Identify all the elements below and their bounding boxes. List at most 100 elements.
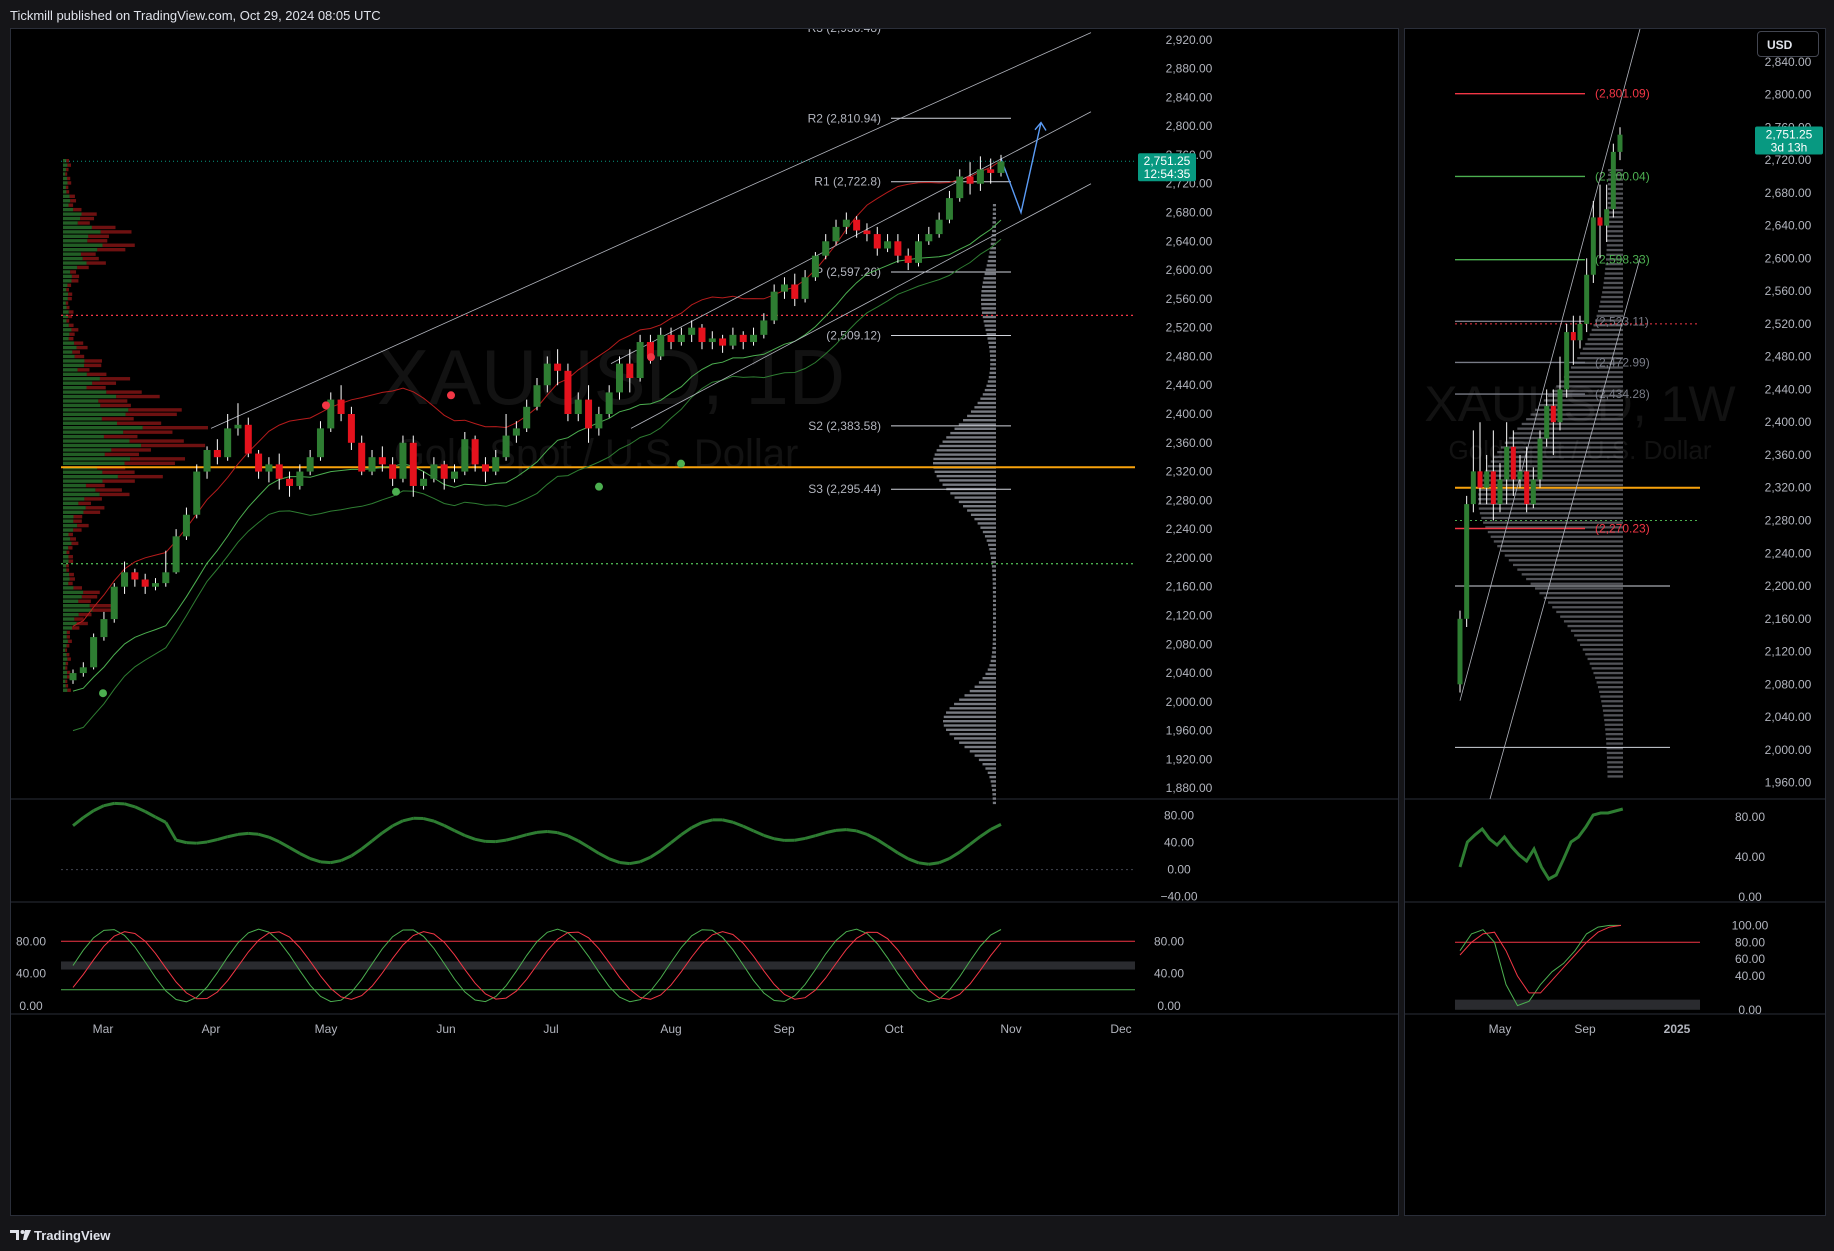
volume-profile-bar	[1605, 267, 1623, 270]
candle-body	[1617, 134, 1623, 152]
candle-body	[409, 442, 417, 486]
volume-profile-bar	[1504, 441, 1623, 444]
candle-body	[203, 449, 211, 472]
volume-profile-bar-up	[63, 652, 67, 657]
volume-profile-bar-up	[63, 630, 67, 635]
session-volume-bar	[991, 784, 996, 787]
session-volume-bar	[946, 711, 996, 714]
volume-profile-bar	[1603, 281, 1623, 285]
daily-chart-svg[interactable]: XAUUSD, 1DGold Spot / U.S. DollarR3 (2,9…	[11, 29, 1399, 1216]
rsi-line-segment	[402, 816, 414, 823]
volume-profile-bar-up	[63, 399, 99, 403]
volume-profile-bar-up	[63, 252, 81, 256]
x-tick-label: May	[315, 1022, 338, 1036]
session-volume-bar	[986, 264, 996, 267]
currency-button[interactable]: USD	[1757, 31, 1819, 57]
candle-body	[894, 241, 902, 256]
rsi-line-segment	[464, 834, 476, 841]
volume-profile-bar-up	[63, 221, 78, 225]
volume-profile-bar	[1552, 606, 1623, 609]
rsi-line-segment	[680, 826, 693, 836]
volume-profile-bar-up	[63, 270, 71, 274]
volume-profile-bar-down	[84, 359, 102, 363]
weekly-chart-svg[interactable]: XAUUSD, 1WGold Spot / U.S. Dollar(2,801.…	[1405, 29, 1826, 1216]
session-volume-bar	[991, 655, 996, 658]
candle-body	[275, 464, 283, 479]
session-volume-bar	[982, 311, 996, 314]
x-tick-label: Aug	[660, 1022, 681, 1036]
session-volume-bar	[939, 479, 996, 482]
session-volume-bar	[990, 780, 996, 783]
rsi-line-segment	[690, 821, 703, 829]
session-volume-bar	[980, 397, 996, 400]
candle-body	[79, 667, 87, 674]
rsi-line-segment	[340, 854, 353, 862]
volume-profile-bar-down	[84, 497, 102, 501]
session-volume-bar	[982, 285, 996, 289]
weekly-chart-panel[interactable]: XAUUSD, 1WGold Spot / U.S. Dollar(2,801.…	[1404, 28, 1826, 1216]
volume-profile-bar	[1481, 479, 1623, 482]
candle-body	[966, 176, 974, 184]
candle-body	[492, 457, 500, 472]
session-volume-bar	[933, 462, 996, 465]
volume-profile-bar-up	[63, 239, 88, 243]
volume-profile-bar-up	[63, 439, 130, 443]
candle-body	[1604, 209, 1610, 226]
volume-profile-bar-down	[104, 452, 139, 457]
rsi-tick-label: 80.00	[1735, 810, 1765, 824]
session-volume-bar	[986, 539, 996, 542]
candle-body	[1490, 471, 1496, 505]
y-tick-label: 2,080.00	[1765, 677, 1812, 691]
y-tick-label: 2,400.00	[1166, 407, 1213, 421]
session-volume-bar	[992, 797, 996, 800]
volume-profile-bar-down	[68, 337, 74, 341]
volume-profile-bar-down	[73, 519, 82, 523]
countdown-label: 3d 13h	[1771, 140, 1808, 154]
volume-profile-bar-up	[63, 234, 89, 239]
candle-body	[976, 169, 984, 184]
candle-body	[1590, 217, 1596, 275]
candle-body	[636, 342, 644, 379]
volume-profile-bar-down	[65, 666, 68, 670]
session-volume-bar	[981, 307, 996, 310]
candle-body	[1550, 405, 1556, 423]
candle-body	[811, 255, 819, 278]
volume-profile-bar-up	[63, 670, 68, 675]
daily-chart-panel[interactable]: XAUUSD, 1DGold Spot / U.S. DollarR3 (2,9…	[10, 28, 1399, 1216]
volume-profile-bar-down	[98, 399, 128, 403]
candle-body	[832, 226, 840, 242]
rsi-tick-label: 0.00	[1738, 890, 1762, 904]
candle-body	[368, 457, 376, 472]
volume-profile-bar-up	[63, 523, 78, 528]
session-volume-bar	[992, 616, 996, 620]
volume-profile-bar	[1591, 667, 1623, 670]
volume-profile-bar	[1490, 535, 1623, 538]
volume-profile-bar	[1596, 681, 1623, 684]
volume-profile-bar	[1606, 751, 1623, 755]
pivot-label: R1 (2,722.8)	[814, 175, 881, 189]
session-volume-bar	[989, 664, 996, 667]
session-volume-bar	[982, 677, 996, 680]
volume-profile-bar-down	[124, 461, 175, 465]
candle-body	[172, 536, 180, 573]
rsi-line-segment	[278, 840, 291, 849]
volume-profile-bar-down	[66, 563, 69, 568]
session-volume-bar	[981, 290, 996, 293]
candle-body	[688, 327, 696, 335]
volume-profile-bar-up	[63, 350, 73, 354]
y-tick-label: 2,320.00	[1166, 465, 1213, 479]
volume-profile-bar-down	[70, 270, 77, 274]
candle-body	[595, 414, 603, 429]
candle-body	[987, 169, 995, 173]
candle-body	[347, 414, 355, 443]
session-volume-bar	[963, 419, 996, 422]
volume-profile-bar	[1606, 248, 1623, 252]
volume-profile-bar-down	[68, 323, 74, 328]
volume-profile-bar-up	[63, 359, 85, 363]
session-volume-bar	[946, 436, 996, 439]
last-price-label: 2,751.25	[1144, 154, 1191, 168]
volume-profile-bar	[1601, 700, 1623, 703]
y-tick-label: 1,880.00	[1166, 781, 1213, 795]
volume-profile-bar-down	[76, 345, 88, 350]
session-volume-bar	[990, 358, 996, 362]
